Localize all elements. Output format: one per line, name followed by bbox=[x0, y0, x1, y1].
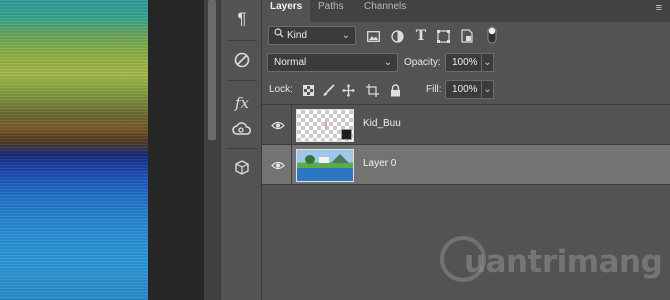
iconbar-divider bbox=[227, 40, 257, 41]
tree-shape bbox=[305, 155, 315, 164]
panel-tab-bar: Layers Paths Channels ≡ bbox=[262, 0, 670, 22]
smart-object-badge-icon bbox=[341, 129, 352, 140]
filter-kind-select[interactable]: Kind ⌄ bbox=[268, 26, 356, 45]
type-filter-icon[interactable]: T bbox=[413, 28, 429, 44]
house-shape bbox=[319, 157, 329, 163]
chevron-down-icon: ⌄ bbox=[383, 57, 392, 68]
blend-row: Normal ⌄ Opacity: 100% ⌄ bbox=[262, 51, 670, 75]
watermark-text: uantrimang bbox=[464, 244, 663, 280]
creative-cloud-libraries-icon[interactable] bbox=[231, 118, 253, 140]
lock-artboard-icon[interactable] bbox=[364, 82, 380, 98]
lock-image-icon[interactable] bbox=[320, 82, 336, 98]
canvas-pasteboard bbox=[148, 0, 204, 300]
canvas-texture bbox=[0, 0, 148, 300]
vertical-scrollbar[interactable] bbox=[204, 0, 220, 300]
document-canvas[interactable] bbox=[0, 0, 148, 300]
shape-filter-icon[interactable] bbox=[435, 28, 451, 44]
fill-dropdown-button[interactable]: ⌄ bbox=[482, 80, 494, 99]
filter-row: Kind ⌄ T bbox=[262, 24, 670, 48]
fill-label: Fill: bbox=[426, 84, 442, 95]
opacity-label: Opacity: bbox=[404, 57, 441, 68]
lock-transparent-icon[interactable] bbox=[300, 82, 316, 98]
3d-icon[interactable] bbox=[231, 157, 253, 179]
search-icon bbox=[274, 27, 284, 44]
tab-paths[interactable]: Paths bbox=[310, 0, 352, 22]
tab-channels[interactable]: Channels bbox=[356, 0, 414, 22]
image-filter-icon[interactable] bbox=[365, 28, 381, 44]
blend-mode-value: Normal bbox=[274, 57, 307, 68]
layer-row-layer-0[interactable]: Layer 0 bbox=[262, 144, 670, 185]
lock-all-icon[interactable] bbox=[387, 82, 403, 98]
mountain-shape bbox=[331, 154, 349, 163]
iconbar-divider bbox=[227, 148, 257, 149]
opacity-input[interactable]: 100% bbox=[445, 53, 482, 72]
blend-mode-select[interactable]: Normal ⌄ bbox=[267, 53, 398, 72]
layer-row-kid-buu[interactable]: Kid_Buu bbox=[262, 104, 670, 145]
filter-kind-value: Kind bbox=[287, 30, 308, 41]
iconbar-divider bbox=[227, 80, 257, 81]
tab-layers[interactable]: Layers bbox=[262, 0, 311, 22]
eye-icon[interactable] bbox=[270, 157, 286, 173]
lock-position-icon[interactable] bbox=[340, 82, 356, 98]
panel-icon-strip: ¶ fx bbox=[220, 0, 262, 300]
lock-row: Lock: Fill: 100% ⌄ bbox=[262, 78, 670, 102]
watermark: uantrimang bbox=[440, 230, 668, 290]
scrollbar-thumb[interactable] bbox=[208, 0, 216, 140]
chevron-down-icon: ⌄ bbox=[341, 30, 350, 41]
lock-label: Lock: bbox=[269, 84, 293, 95]
adjustment-filter-icon[interactable] bbox=[389, 28, 405, 44]
paragraph-icon[interactable]: ¶ bbox=[231, 8, 253, 30]
layer-thumbnail-image bbox=[296, 149, 354, 182]
opacity-dropdown-button[interactable]: ⌄ bbox=[482, 53, 494, 72]
layer-thumbnail-transparent bbox=[296, 109, 354, 142]
eye-icon[interactable] bbox=[270, 117, 286, 133]
adjustments-icon[interactable] bbox=[231, 49, 253, 71]
layer-name[interactable]: Kid_Buu bbox=[363, 118, 401, 129]
layers-list-divider bbox=[262, 184, 670, 185]
landscape-thumbnail bbox=[297, 150, 353, 181]
filter-toggle-icon[interactable] bbox=[484, 26, 500, 44]
hamburger-icon[interactable]: ≡ bbox=[656, 2, 662, 14]
layer-name[interactable]: Layer 0 bbox=[363, 158, 396, 169]
fill-input[interactable]: 100% bbox=[445, 80, 482, 99]
smart-object-filter-icon[interactable] bbox=[459, 28, 475, 44]
styles-fx-icon[interactable]: fx bbox=[231, 92, 253, 114]
layer-content-sliver bbox=[325, 122, 327, 130]
